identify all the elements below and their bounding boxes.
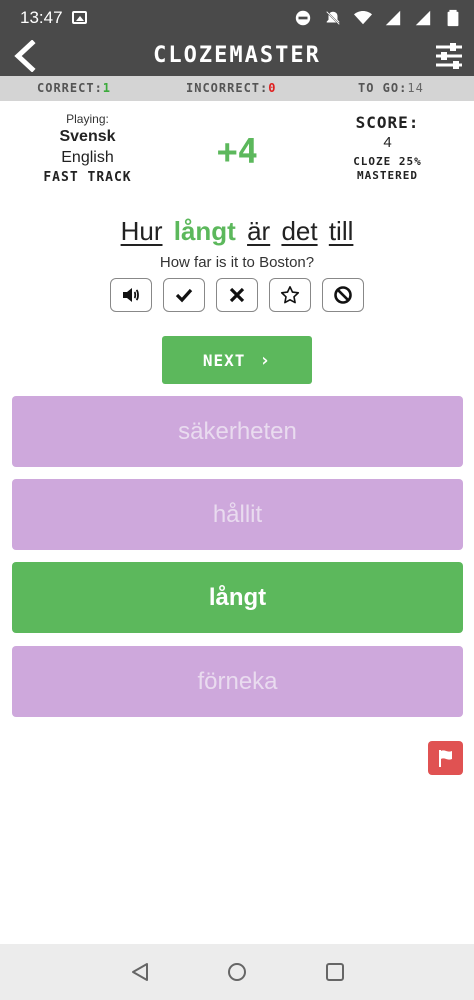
- cloze-percent: CLOZE 25%: [353, 155, 422, 168]
- incorrect-stat: INCORRECT:0: [186, 81, 276, 95]
- to-go-stat: TO GO:14: [358, 81, 424, 95]
- nav-recents-icon[interactable]: [324, 961, 346, 983]
- block-icon: [334, 286, 352, 304]
- choice-option-correct[interactable]: långt: [12, 562, 463, 633]
- sentence-word[interactable]: till: [329, 216, 354, 246]
- flag-icon: [438, 750, 452, 767]
- score-panel: SCORE: 4 CLOZE 25% MASTERED: [330, 113, 445, 183]
- native-language-name: English: [61, 149, 114, 166]
- mark-incorrect-button[interactable]: [216, 278, 258, 312]
- to-go-value: 14: [407, 81, 424, 95]
- cloze-sentence: Hur långt är det till: [0, 216, 474, 247]
- correct-label: CORRECT:: [37, 81, 103, 95]
- star-icon: [280, 286, 300, 304]
- status-bar: 13:47: [0, 0, 474, 36]
- score-value: 4: [383, 134, 392, 151]
- play-audio-button[interactable]: [110, 278, 152, 312]
- image-icon: [72, 11, 87, 24]
- language-name: Svensk: [59, 128, 116, 145]
- favorite-button[interactable]: [269, 278, 311, 312]
- ignore-button[interactable]: [322, 278, 364, 312]
- sentence-word[interactable]: det: [281, 216, 317, 246]
- points-earned: +4: [217, 132, 258, 172]
- incorrect-label: INCORRECT:: [186, 81, 269, 95]
- sentence-translation: How far is it to Boston?: [159, 254, 315, 271]
- app-header: CLOZEMASTER: [0, 36, 474, 76]
- choice-option[interactable]: hållit: [12, 479, 463, 550]
- status-icons: [294, 9, 462, 27]
- sentence-answer-word[interactable]: långt: [174, 216, 236, 246]
- playing-label: Playing:: [66, 112, 109, 126]
- incorrect-value: 0: [268, 81, 277, 95]
- mode-label: FAST TRACK: [43, 170, 132, 185]
- nav-back-icon[interactable]: [129, 961, 151, 983]
- app-title: CLOZEMASTER: [153, 43, 321, 68]
- sentence-word[interactable]: är: [247, 216, 270, 246]
- cloze-mastered-label: MASTERED: [357, 169, 418, 182]
- mute-icon: [326, 11, 340, 25]
- check-icon: [175, 288, 193, 303]
- wifi-icon: [354, 11, 372, 25]
- report-button[interactable]: [428, 741, 463, 775]
- battery-icon: [447, 9, 459, 27]
- x-icon: [229, 287, 245, 303]
- choice-option[interactable]: förneka: [12, 646, 463, 717]
- system-nav-bar: [0, 944, 474, 1000]
- signal-icon-2: [415, 10, 431, 26]
- status-time: 13:47: [20, 8, 63, 27]
- correct-stat: CORRECT:1: [37, 81, 111, 95]
- sentence-word[interactable]: Hur: [121, 216, 163, 246]
- choice-option[interactable]: säkerheten: [12, 396, 463, 467]
- sliders-icon[interactable]: [434, 42, 464, 70]
- action-buttons: [110, 278, 364, 312]
- next-label: NEXT: [202, 350, 246, 370]
- chevron-right-icon: ›: [259, 349, 272, 371]
- stats-bar: CORRECT:1 INCORRECT:0 TO GO:14: [0, 76, 474, 101]
- dnd-icon: [295, 10, 311, 26]
- score-label: SCORE:: [355, 113, 420, 132]
- cloze-mastered: CLOZE 25% MASTERED: [330, 155, 445, 183]
- next-button[interactable]: NEXT ›: [162, 336, 312, 384]
- playing-info: Playing: Svensk English FAST TRACK: [20, 112, 155, 185]
- nav-home-icon[interactable]: [226, 961, 248, 983]
- mark-correct-button[interactable]: [163, 278, 205, 312]
- speaker-icon: [123, 288, 139, 302]
- correct-value: 1: [102, 81, 112, 95]
- to-go-label: TO GO:: [358, 81, 408, 95]
- signal-icon: [385, 10, 401, 26]
